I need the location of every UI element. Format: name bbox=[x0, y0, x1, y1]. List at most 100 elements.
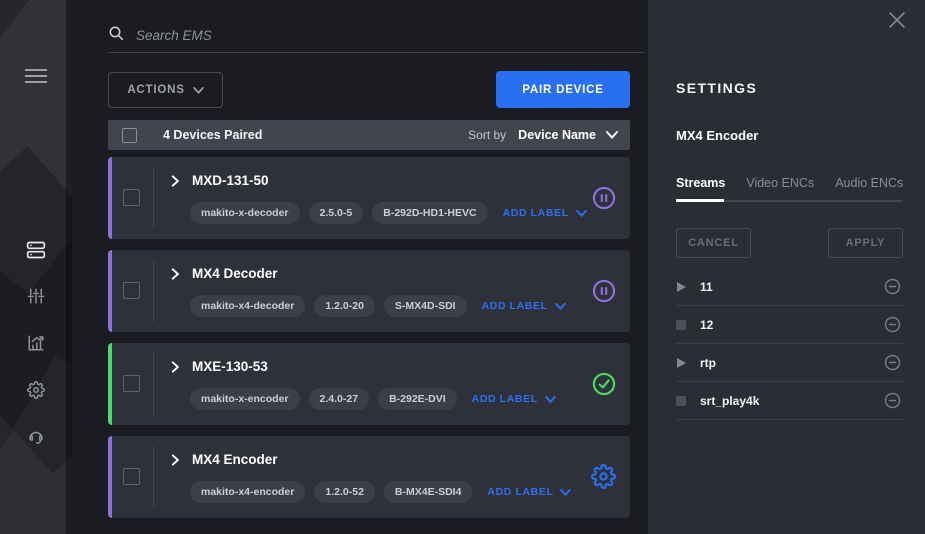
toolbar: ACTIONS PAIR DEVICE bbox=[108, 71, 630, 108]
remove-stream-icon[interactable] bbox=[884, 278, 901, 295]
add-label-button[interactable]: ADD LABEL bbox=[482, 300, 566, 312]
expand-chevron-icon[interactable] bbox=[168, 267, 184, 283]
device-row: MXD-131-50 makito-x-decoder 2.5.0-5 B-292D… bbox=[108, 157, 630, 239]
stream-name[interactable]: 11 bbox=[700, 280, 713, 294]
stream-row: 11 bbox=[676, 268, 903, 306]
cancel-button[interactable]: CANCEL bbox=[676, 228, 751, 258]
settings-title: SETTINGS bbox=[676, 80, 757, 96]
sliders-icon[interactable] bbox=[27, 287, 45, 305]
stream-state-icon[interactable] bbox=[676, 281, 688, 293]
actions-button-label: ACTIONS bbox=[127, 84, 184, 96]
select-all-checkbox[interactable] bbox=[122, 128, 137, 143]
chevron-down-icon bbox=[193, 87, 204, 94]
stream-row: 12 bbox=[676, 306, 903, 344]
stream-state-icon[interactable] bbox=[676, 357, 688, 369]
active-tab-indicator bbox=[676, 199, 724, 202]
device-status-stripe bbox=[108, 157, 112, 239]
device-status-icon[interactable] bbox=[591, 371, 617, 397]
close-icon[interactable] bbox=[888, 11, 908, 31]
device-status-stripe bbox=[108, 250, 112, 332]
devices-icon[interactable] bbox=[26, 240, 46, 260]
expand-chevron-icon[interactable] bbox=[168, 174, 184, 190]
pair-device-button[interactable]: PAIR DEVICE bbox=[496, 71, 630, 108]
tab-audio-encs[interactable]: Audio ENCs bbox=[835, 176, 903, 190]
stream-name[interactable]: rtp bbox=[700, 356, 716, 370]
settings-actions: CANCEL APPLY bbox=[676, 228, 903, 258]
device-list-header: 4 Devices Paired Sort by Device Name bbox=[108, 120, 630, 150]
stop-icon bbox=[676, 396, 686, 406]
device-row: MX4 Encoder makito-x4-encoder1.2.0-52B-M… bbox=[108, 436, 630, 518]
device-status-icon[interactable] bbox=[591, 278, 617, 304]
stop-icon bbox=[676, 320, 686, 330]
add-label-text: ADD LABEL bbox=[503, 207, 569, 219]
chevron-down-icon bbox=[560, 489, 571, 496]
device-status-icon[interactable] bbox=[591, 185, 617, 211]
stream-state-icon[interactable] bbox=[676, 320, 688, 330]
device-name[interactable]: MXD-131-50 bbox=[192, 173, 269, 188]
add-label-button[interactable]: ADD LABEL bbox=[487, 486, 571, 498]
search-icon bbox=[108, 25, 124, 46]
device-tag-badge: makito-x4-encoder bbox=[190, 481, 305, 503]
device-name[interactable]: MX4 Encoder bbox=[192, 452, 278, 467]
stream-name[interactable]: 12 bbox=[700, 318, 713, 332]
device-list-pane: ACTIONS PAIR DEVICE 4 Devices Paired Sor… bbox=[72, 0, 648, 534]
stream-name[interactable]: srt_play4k bbox=[700, 394, 759, 408]
device-row: MX4 Decoder makito-x4-decoder1.2.0-20S-M… bbox=[108, 250, 630, 332]
divider bbox=[153, 446, 154, 508]
add-label-button[interactable]: ADD LABEL bbox=[503, 207, 587, 219]
device-tag-badge: makito-x-decoder bbox=[190, 202, 300, 224]
sort-value-label: Device Name bbox=[518, 128, 596, 142]
device-checkbox[interactable] bbox=[123, 189, 140, 206]
gear-icon[interactable] bbox=[27, 381, 45, 399]
device-checkbox[interactable] bbox=[123, 375, 140, 392]
device-tag-badge: B-292E-DVI bbox=[378, 388, 457, 410]
search-input[interactable] bbox=[136, 28, 596, 43]
divider bbox=[153, 167, 154, 229]
tab-track bbox=[676, 200, 903, 202]
tab-video-encs[interactable]: Video ENCs bbox=[746, 176, 814, 190]
chevron-down-icon bbox=[545, 396, 556, 403]
remove-stream-icon[interactable] bbox=[884, 316, 901, 333]
device-checkbox[interactable] bbox=[123, 282, 140, 299]
expand-chevron-icon[interactable] bbox=[168, 453, 184, 469]
device-checkbox[interactable] bbox=[123, 468, 140, 485]
tab-streams[interactable]: Streams bbox=[676, 176, 725, 190]
menu-icon[interactable] bbox=[25, 68, 47, 84]
remove-stream-icon[interactable] bbox=[884, 392, 901, 409]
divider bbox=[153, 353, 154, 415]
add-label-button[interactable]: ADD LABEL bbox=[472, 393, 556, 405]
stats-icon[interactable] bbox=[27, 334, 45, 352]
stream-row: rtp bbox=[676, 344, 903, 382]
add-label-text: ADD LABEL bbox=[472, 393, 538, 405]
device-tag-badge: 1.2.0-52 bbox=[314, 481, 375, 503]
settings-panel: SETTINGS MX4 Encoder StreamsVideo ENCsAu… bbox=[648, 0, 925, 534]
ems-app-window: ACTIONS PAIR DEVICE 4 Devices Paired Sor… bbox=[0, 0, 925, 534]
stream-row: srt_play4k bbox=[676, 382, 903, 420]
apply-button[interactable]: APPLY bbox=[828, 228, 903, 258]
actions-button[interactable]: ACTIONS bbox=[108, 72, 223, 108]
device-tag-badge: 2.4.0-27 bbox=[309, 388, 370, 410]
device-tag-badge: 1.2.0-20 bbox=[314, 295, 375, 317]
device-status-stripe bbox=[108, 343, 112, 425]
add-label-text: ADD LABEL bbox=[482, 300, 548, 312]
support-icon[interactable] bbox=[27, 428, 45, 446]
expand-chevron-icon[interactable] bbox=[168, 360, 184, 376]
devices-paired-count: 4 Devices Paired bbox=[163, 128, 262, 142]
search-bar bbox=[108, 18, 645, 53]
stream-state-icon[interactable] bbox=[676, 396, 688, 406]
device-list: MXD-131-50 makito-x-decoder 2.5.0-5 B-292D… bbox=[108, 157, 630, 529]
paused-status-icon bbox=[591, 278, 617, 304]
sort-value-dropdown[interactable]: Device Name bbox=[518, 128, 618, 142]
device-status-icon[interactable] bbox=[591, 464, 617, 490]
device-tag-badge: 2.5.0-5 bbox=[309, 202, 364, 224]
chevron-down-icon bbox=[606, 131, 618, 139]
device-tags: makito-x-encoder 2.4.0-27 B-292E-DVI ADD L… bbox=[190, 388, 556, 410]
remove-stream-icon[interactable] bbox=[884, 354, 901, 371]
sort-control: Sort by Device Name bbox=[468, 128, 618, 142]
divider bbox=[153, 260, 154, 322]
device-name[interactable]: MX4 Decoder bbox=[192, 266, 278, 281]
device-tag-badge: makito-x-encoder bbox=[190, 388, 300, 410]
device-name[interactable]: MXE-130-53 bbox=[192, 359, 268, 374]
ok-status-icon bbox=[591, 371, 617, 397]
device-tag-badge: B-292D-HD1-HEVC bbox=[372, 202, 487, 224]
